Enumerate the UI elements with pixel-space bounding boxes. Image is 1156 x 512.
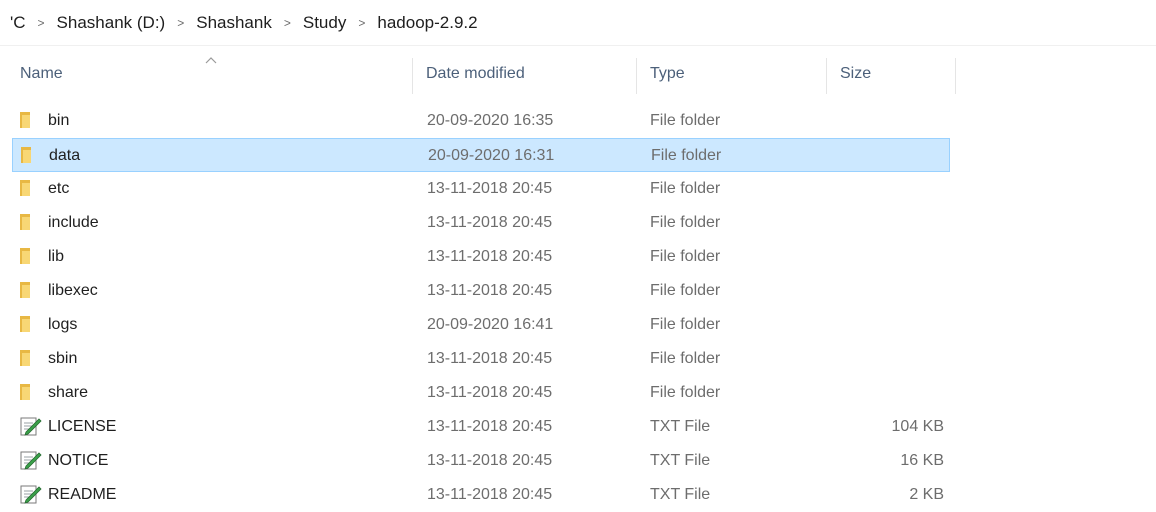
file-row[interactable]: LICENSE 13-11-2018 20:45 TXT File 104 KB [12, 410, 950, 444]
chevron-right-icon[interactable]: > [169, 16, 192, 30]
file-size [842, 172, 944, 206]
file-size [842, 104, 944, 138]
file-size [842, 240, 944, 274]
folder-icon [20, 172, 42, 206]
file-row[interactable]: logs 20-09-2020 16:41 File folder [12, 308, 950, 342]
file-name: etc [48, 180, 70, 197]
column-header-size[interactable]: Size [832, 52, 952, 96]
file-type: File folder [650, 282, 721, 299]
breadcrumb-item-pc[interactable]: 'C [6, 13, 30, 33]
txt-file-icon [20, 410, 42, 444]
file-name: include [48, 214, 99, 231]
folder-icon [20, 274, 42, 308]
column-divider[interactable] [955, 58, 956, 94]
file-date-modified: 13-11-2018 20:45 [427, 452, 553, 469]
file-date-modified: 13-11-2018 20:45 [427, 418, 553, 435]
file-type: File folder [650, 214, 721, 231]
file-date-modified: 13-11-2018 20:45 [427, 214, 553, 231]
file-name: sbin [48, 350, 78, 367]
file-row[interactable]: share 13-11-2018 20:45 File folder [12, 376, 950, 410]
folder-icon [20, 206, 42, 240]
file-type: File folder [651, 147, 722, 164]
breadcrumb: 'C > Shashank (D:) > Shashank > Study > … [0, 0, 1156, 46]
file-name: lib [48, 248, 65, 265]
file-date-modified: 13-11-2018 20:45 [427, 282, 553, 299]
file-row[interactable]: etc 13-11-2018 20:45 File folder [12, 172, 950, 206]
breadcrumb-item-drive[interactable]: Shashank (D:) [53, 13, 170, 33]
file-row[interactable]: include 13-11-2018 20:45 File folder [12, 206, 950, 240]
file-size [842, 206, 944, 240]
txt-file-icon [20, 444, 42, 478]
file-name: bin [48, 112, 70, 129]
folder-icon [20, 104, 42, 138]
file-type: File folder [650, 350, 721, 367]
file-date-modified: 13-11-2018 20:45 [427, 350, 553, 367]
chevron-right-icon[interactable]: > [30, 16, 53, 30]
folder-icon [21, 139, 43, 173]
file-type: TXT File [650, 418, 711, 435]
file-name: data [49, 147, 81, 164]
file-date-modified: 13-11-2018 20:45 [427, 384, 553, 401]
file-row[interactable]: libexec 13-11-2018 20:45 File folder [12, 274, 950, 308]
column-header-date-modified[interactable]: Date modified [418, 52, 638, 96]
file-row[interactable]: sbin 13-11-2018 20:45 File folder [12, 342, 950, 376]
file-date-modified: 13-11-2018 20:45 [427, 180, 553, 197]
file-size [842, 308, 944, 342]
folder-icon [20, 376, 42, 410]
chevron-right-icon[interactable]: > [350, 16, 373, 30]
breadcrumb-item-study[interactable]: Study [299, 13, 350, 33]
column-divider[interactable] [412, 58, 413, 94]
file-row[interactable]: lib 13-11-2018 20:45 File folder [12, 240, 950, 274]
file-date-modified: 20-09-2020 16:35 [427, 112, 554, 129]
file-name: LICENSE [48, 418, 117, 435]
file-size: 104 KB [891, 418, 944, 435]
folder-icon [20, 240, 42, 274]
file-type: File folder [650, 316, 721, 333]
file-date-modified: 13-11-2018 20:45 [427, 248, 553, 265]
breadcrumb-item-shashank[interactable]: Shashank [192, 13, 276, 33]
file-name: share [48, 384, 89, 401]
file-type: File folder [650, 384, 721, 401]
sort-ascending-icon [205, 56, 217, 67]
folder-icon [20, 342, 42, 376]
file-row[interactable]: data 20-09-2020 16:31 File folder [12, 138, 950, 172]
file-name: libexec [48, 282, 98, 299]
file-size [842, 274, 944, 308]
column-divider[interactable] [636, 58, 637, 94]
column-divider[interactable] [826, 58, 827, 94]
file-row[interactable]: NOTICE 13-11-2018 20:45 TXT File 16 KB [12, 444, 950, 478]
column-header-type[interactable]: Type [642, 52, 822, 96]
file-date-modified: 20-09-2020 16:31 [428, 147, 555, 164]
file-name: logs [48, 316, 78, 333]
folder-icon [20, 308, 42, 342]
file-size: 16 KB [900, 452, 944, 469]
file-type: File folder [650, 248, 721, 265]
file-size [842, 376, 944, 410]
file-type: File folder [650, 180, 721, 197]
file-name: NOTICE [48, 452, 109, 469]
breadcrumb-item-current[interactable]: hadoop-2.9.2 [373, 13, 481, 33]
chevron-right-icon[interactable]: > [276, 16, 299, 30]
file-size [843, 139, 945, 173]
column-header-bar: Name Date modified Type Size [0, 52, 1156, 96]
file-type: File folder [650, 112, 721, 129]
file-date-modified: 20-09-2020 16:41 [427, 316, 554, 333]
file-row[interactable]: bin 20-09-2020 16:35 File folder [12, 104, 950, 138]
file-size [842, 342, 944, 376]
file-type: TXT File [650, 452, 711, 469]
